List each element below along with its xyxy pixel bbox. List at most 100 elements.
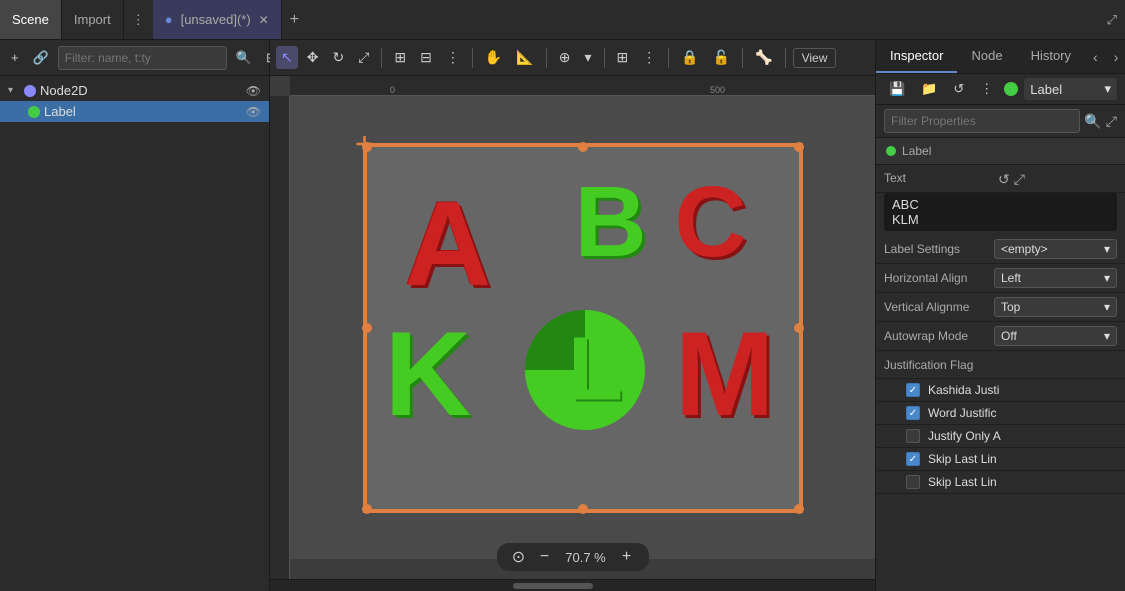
text-property-row: Text ↺ ⤢	[876, 165, 1125, 193]
label-settings-label: Label Settings	[884, 242, 994, 256]
filter-bar: 🔍 ⤢	[876, 105, 1125, 138]
history-tab[interactable]: History	[1017, 40, 1085, 73]
scene-search-button[interactable]: 🔍	[231, 47, 257, 69]
flag3-checkbox[interactable]	[906, 429, 920, 443]
ruler-tool-button[interactable]: 📐	[511, 46, 538, 69]
maximize-editor-button[interactable]: ⤢	[1099, 12, 1125, 28]
h-align-select[interactable]: Left ▾	[994, 268, 1117, 288]
text-reload-button[interactable]: ↺	[998, 171, 1010, 188]
move-tool-button[interactable]: ✥	[302, 46, 324, 69]
handle-br[interactable]	[794, 504, 804, 514]
autowrap-text: Off	[1001, 329, 1017, 343]
v-align-select[interactable]: Top ▾	[994, 297, 1117, 317]
filter-search-button[interactable]: 🔍	[1084, 113, 1101, 130]
origin-handle[interactable]: ✛	[355, 132, 373, 158]
filter-expand-button[interactable]: ⤢	[1106, 113, 1117, 130]
node-save-button[interactable]: 💾	[884, 78, 910, 100]
handle-mr[interactable]	[794, 323, 804, 333]
h-align-value[interactable]: Left ▾	[994, 268, 1117, 288]
scale-tool-button[interactable]: ⤢	[353, 46, 374, 69]
flag5-checkbox[interactable]	[906, 475, 920, 489]
h-align-label: Horizontal Align	[884, 271, 994, 285]
label-canvas[interactable]: ✛ A B C K L M	[363, 143, 803, 513]
text-property-label: Text	[884, 171, 994, 185]
filter-properties-input[interactable]	[884, 109, 1080, 133]
label-settings-select[interactable]: <empty> ▾	[994, 239, 1117, 259]
group-scale-button[interactable]: ⊟	[415, 46, 437, 69]
handle-bm[interactable]	[578, 504, 588, 514]
add-tab-button[interactable]: +	[282, 11, 307, 29]
autowrap-arrow: ▾	[1104, 329, 1110, 343]
scene-tab[interactable]: Scene	[0, 0, 62, 39]
autowrap-select[interactable]: Off ▾	[994, 326, 1117, 346]
inspector-prev-button[interactable]: ‹	[1085, 45, 1106, 69]
editor-canvas: 0 500 0 500	[270, 76, 875, 579]
zoom-out-button[interactable]: −	[535, 548, 555, 566]
scene-more-button[interactable]: ⋮	[124, 12, 153, 28]
handle-ml[interactable]	[362, 323, 372, 333]
node-reload-button[interactable]: ↺	[948, 78, 969, 100]
flag3-row: Justify Only A	[876, 425, 1125, 448]
v-align-value[interactable]: Top ▾	[994, 297, 1117, 317]
tree-item-label[interactable]: Label 👁	[0, 101, 269, 122]
node-more-button[interactable]: ⋮	[975, 78, 998, 100]
more-tools-button[interactable]: ⋮	[441, 46, 465, 69]
tree-toggle-icon[interactable]: ▾	[8, 85, 20, 96]
text-expand-button[interactable]: ⤢	[1014, 171, 1025, 188]
grid-more-button[interactable]: ⋮	[637, 46, 661, 69]
flag1-row: Kashida Justi	[876, 379, 1125, 402]
view-button[interactable]: View	[793, 48, 837, 68]
scene-filter-input[interactable]	[58, 46, 227, 70]
justification-label: Justification Flag	[884, 358, 994, 372]
ruler-top: 0 500	[290, 76, 875, 96]
label-section-header: Label	[876, 138, 1125, 165]
handle-bl[interactable]	[362, 504, 372, 514]
inspector-tab[interactable]: Inspector	[876, 40, 957, 73]
instance-node-button[interactable]: 🔗	[28, 47, 54, 69]
autowrap-value[interactable]: Off ▾	[994, 326, 1117, 346]
label-section-title: Label	[902, 144, 931, 158]
h-align-row: Horizontal Align Left ▾	[876, 264, 1125, 293]
v-align-arrow: ▾	[1104, 300, 1110, 314]
select-tool-button[interactable]: ↖	[276, 46, 298, 69]
rotate-tool-button[interactable]: ↻	[327, 46, 349, 69]
zoom-reset-button[interactable]: ⊙	[509, 547, 529, 567]
snap-options-button[interactable]: ▾	[579, 46, 596, 69]
letter-M: M	[675, 305, 775, 443]
node-tab[interactable]: Node	[957, 40, 1016, 73]
text-property-value: ↺ ⤢	[994, 171, 1117, 188]
snap-button[interactable]: ⊕	[554, 46, 576, 69]
handle-tr[interactable]	[794, 142, 804, 152]
label-settings-value[interactable]: <empty> ▾	[994, 239, 1117, 259]
node-type-selector[interactable]: Label ▾	[1024, 78, 1117, 100]
group-move-button[interactable]: ⊞	[389, 46, 411, 69]
text-content-block[interactable]: ABC KLM	[884, 193, 1117, 231]
node2d-visibility-icon[interactable]: 👁	[246, 84, 261, 98]
handle-tm[interactable]	[578, 142, 588, 152]
main-content: + 🔗 🔍 ⊞ ⋮ ▾ Node2D 👁 Label 👁 ↖ ✥	[0, 40, 1125, 591]
label-visibility-icon[interactable]: 👁	[246, 105, 261, 119]
flag2-checkbox[interactable]	[906, 406, 920, 420]
grid-button[interactable]: ⊞	[612, 46, 634, 69]
label-node-label: Label	[44, 104, 242, 119]
scrollbar-thumb[interactable]	[513, 583, 593, 589]
bone-button[interactable]: 🦴	[750, 46, 777, 69]
close-unsaved-tab-button[interactable]: ✕	[259, 13, 269, 27]
lock-button[interactable]: 🔒	[676, 46, 703, 69]
inspector-next-button[interactable]: ›	[1106, 45, 1125, 69]
node-open-button[interactable]: 📁	[916, 78, 942, 100]
canvas-viewport[interactable]: ✛ A B C K L M	[290, 96, 875, 559]
inspector-nav: ‹ ›	[1085, 45, 1125, 69]
horizontal-scrollbar[interactable]	[270, 579, 875, 591]
add-node-button[interactable]: +	[6, 47, 24, 68]
pan-tool-button[interactable]: ✋	[480, 46, 507, 69]
tree-item-node2d[interactable]: ▾ Node2D 👁	[0, 80, 269, 101]
scene-tree: ▾ Node2D 👁 Label 👁	[0, 76, 269, 591]
import-tab[interactable]: Import	[62, 0, 124, 39]
flag1-checkbox[interactable]	[906, 383, 920, 397]
group-button[interactable]: 🔓	[708, 46, 735, 69]
unsaved-tab[interactable]: ● [unsaved](*) ✕	[153, 0, 282, 39]
zoom-level: 70.7 %	[561, 550, 611, 565]
flag4-checkbox[interactable]	[906, 452, 920, 466]
zoom-in-button[interactable]: +	[617, 548, 637, 566]
